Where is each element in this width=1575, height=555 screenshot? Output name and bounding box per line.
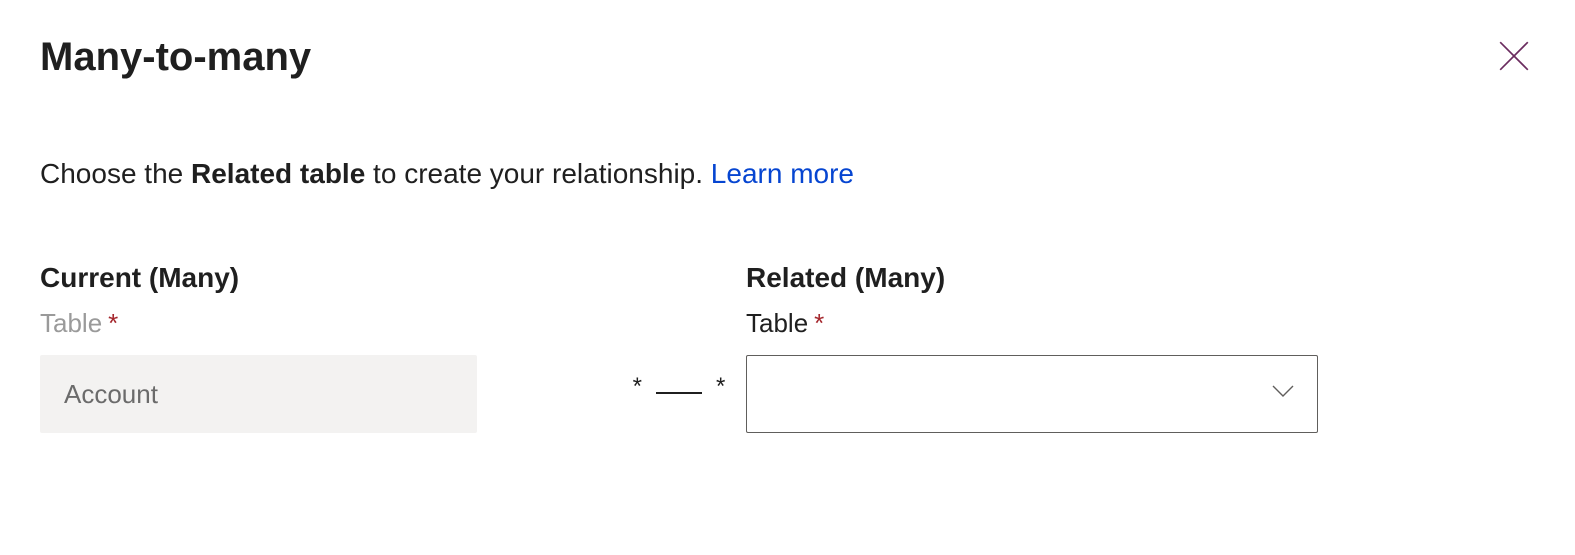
related-table-label: Table* <box>746 308 1318 339</box>
description-suffix: to create your relationship. <box>365 158 711 189</box>
related-heading: Related (Many) <box>746 262 1318 294</box>
related-input-wrap <box>746 355 1318 433</box>
relationship-columns: Current (Many) Table* Account * * Relate… <box>40 262 1535 433</box>
related-column: Related (Many) Table* <box>746 262 1318 433</box>
connector-line <box>656 392 702 394</box>
dialog-header: Many-to-many <box>40 35 1535 80</box>
close-icon <box>1497 39 1531 76</box>
dialog-description: Choose the Related table to create your … <box>40 158 1535 190</box>
chevron-down-icon <box>1269 377 1297 412</box>
related-table-select[interactable] <box>746 355 1318 433</box>
page-title: Many-to-many <box>40 35 311 79</box>
description-prefix: Choose the <box>40 158 191 189</box>
current-table-label: Table* <box>40 308 612 339</box>
description-bold: Related table <box>191 158 365 189</box>
current-column: Current (Many) Table* Account <box>40 262 612 433</box>
relationship-connector: * * <box>612 262 746 433</box>
current-input-wrap: Account <box>40 355 612 433</box>
current-label-text: Table <box>40 308 102 338</box>
current-heading: Current (Many) <box>40 262 612 294</box>
related-label-text: Table <box>746 308 808 338</box>
current-table-value: Account <box>40 355 477 433</box>
current-required-mark: * <box>108 308 118 338</box>
learn-more-link[interactable]: Learn more <box>711 158 854 189</box>
related-required-mark: * <box>814 308 824 338</box>
connector-star-left: * <box>633 375 642 399</box>
close-button[interactable] <box>1493 35 1535 80</box>
connector-star-right: * <box>716 375 725 399</box>
